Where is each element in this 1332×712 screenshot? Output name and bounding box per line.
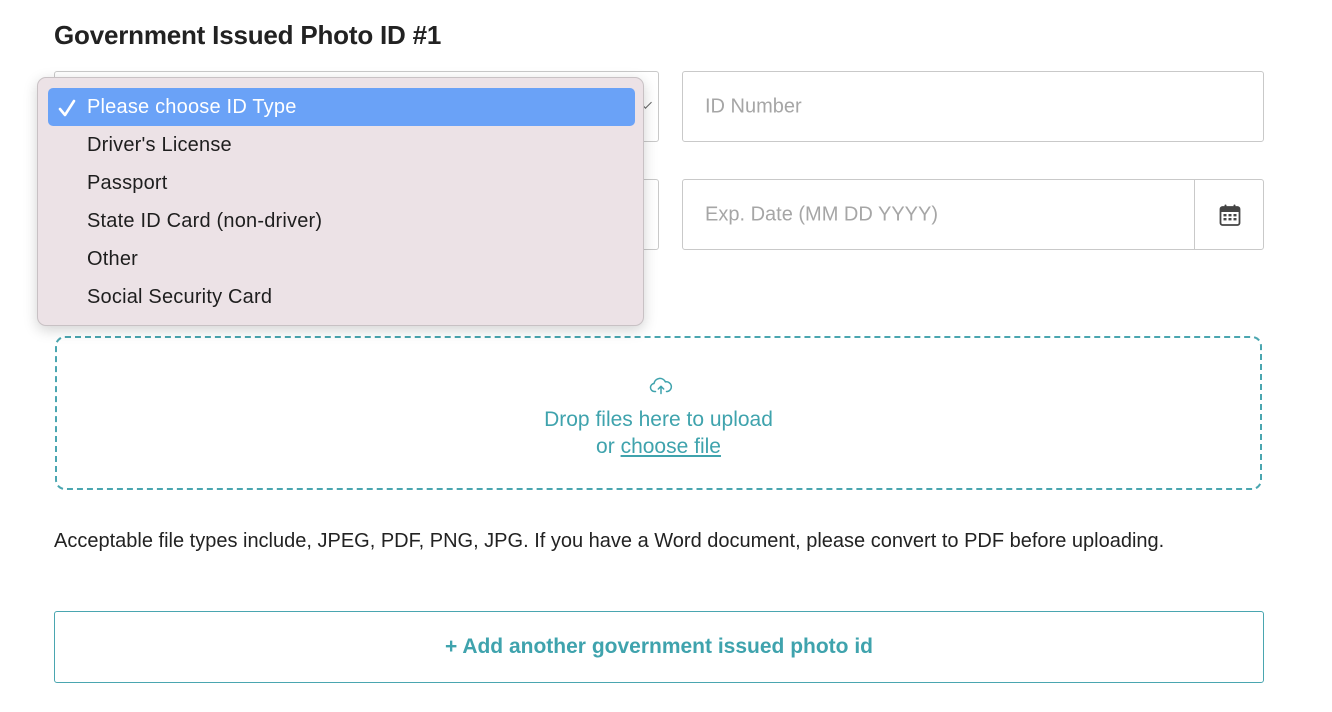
id-type-option[interactable]: Social Security Card: [48, 278, 635, 316]
calendar-button[interactable]: [1195, 180, 1265, 249]
option-label: Other: [87, 247, 139, 270]
or-text: or: [596, 435, 615, 458]
choose-file-line: or choose file: [57, 435, 1260, 459]
id-number-field[interactable]: ID Number: [682, 71, 1264, 142]
choose-file-link[interactable]: choose file: [621, 435, 721, 458]
option-label: Social Security Card: [87, 285, 273, 308]
option-label: Passport: [87, 171, 168, 194]
id-type-option[interactable]: Driver's License: [48, 126, 635, 164]
exp-date-field[interactable]: Exp. Date (MM DD YYYY): [682, 179, 1264, 250]
add-another-id-button[interactable]: + Add another government issued photo id: [54, 611, 1264, 683]
id-type-option[interactable]: Please choose ID Type: [48, 88, 635, 126]
option-label: Please choose ID Type: [87, 95, 297, 118]
photo-id-form: Government Issued Photo ID #1 ID Number …: [0, 0, 1332, 712]
id-number-placeholder: ID Number: [705, 95, 802, 117]
id-type-dropdown-list: Please choose ID Type Driver's License P…: [37, 77, 644, 326]
option-label: State ID Card (non-driver): [87, 209, 323, 232]
id-type-option[interactable]: State ID Card (non-driver): [48, 202, 635, 240]
calendar-icon: [1219, 204, 1241, 226]
file-types-help-text: Acceptable file types include, JPEG, PDF…: [54, 530, 1165, 552]
drop-files-text: Drop files here to upload: [544, 408, 773, 431]
id-type-option[interactable]: Passport: [48, 164, 635, 202]
id-type-option[interactable]: Other: [48, 240, 635, 278]
cloud-upload-icon: [649, 377, 673, 395]
checkmark-icon: [58, 99, 76, 117]
section-title: Government Issued Photo ID #1: [54, 20, 442, 50]
option-label: Driver's License: [87, 133, 232, 156]
file-dropzone[interactable]: Drop files here to upload or choose file: [55, 336, 1262, 490]
exp-date-placeholder: Exp. Date (MM DD YYYY): [705, 203, 939, 225]
